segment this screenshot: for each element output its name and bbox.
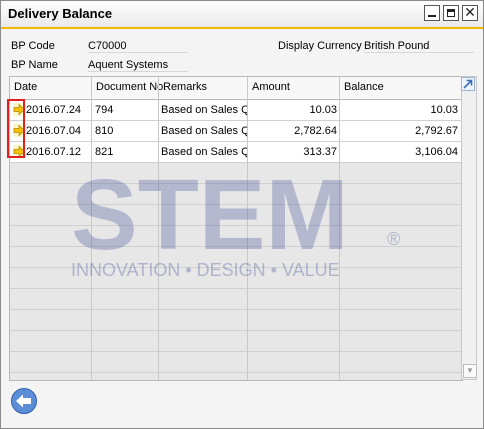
cell-balance: 3,106.04 [415, 146, 458, 158]
window-title: Delivery Balance [8, 6, 113, 21]
cell-date: 2016.07.12 [26, 146, 82, 158]
bp-code-field[interactable]: C70000 [88, 40, 188, 53]
display-currency-label: Display Currency [278, 40, 362, 52]
column-divider [339, 77, 340, 380]
minimize-button[interactable] [424, 5, 440, 21]
cell-amount: 2,782.64 [294, 125, 337, 137]
bp-name-label: BP Name [11, 59, 58, 71]
cell-remarks: Based on Sales Quot [161, 104, 247, 116]
row-divider [10, 183, 462, 184]
cell-balance: 2,792.67 [415, 125, 458, 137]
row-divider [10, 267, 462, 268]
row-divider [10, 246, 462, 247]
highlight-box [7, 99, 25, 158]
bp-code-label: BP Code [11, 40, 55, 52]
title-bar: Delivery Balance ✕ [1, 1, 483, 29]
column-header-balance[interactable]: Balance [344, 81, 384, 93]
table-scrollbar[interactable]: ▼ [461, 76, 477, 380]
row-divider [10, 330, 462, 331]
row-divider [10, 141, 462, 142]
column-divider [158, 77, 159, 380]
cell-document-no: 794 [95, 104, 114, 116]
bp-name-field[interactable]: Aquent Systems [88, 59, 188, 72]
column-header-remarks[interactable]: Remarks [163, 81, 207, 93]
cell-date: 2016.07.04 [26, 125, 82, 137]
cell-amount: 10.03 [309, 104, 337, 116]
maximize-button[interactable] [443, 5, 459, 21]
cell-remarks: Based on Sales Quot [161, 125, 247, 137]
table-row[interactable]: 2016.07.12 821 Based on Sales Quot 313.3… [10, 142, 462, 162]
column-header-date[interactable]: Date [14, 81, 37, 93]
column-header-amount[interactable]: Amount [252, 81, 290, 93]
column-header-document-no[interactable]: Document No. [96, 81, 166, 93]
cell-date: 2016.07.24 [26, 104, 82, 116]
cell-document-no: 821 [95, 146, 114, 158]
row-divider [10, 351, 462, 352]
cell-remarks: Based on Sales Quot [161, 146, 247, 158]
column-divider [91, 77, 92, 380]
display-currency-field[interactable]: British Pound [364, 40, 474, 53]
balance-table: Date Document No. Remarks Amount Balance… [9, 76, 463, 381]
delivery-balance-window: Delivery Balance ✕ BP Code C70000 BP Nam… [0, 0, 484, 429]
table-header: Date Document No. Remarks Amount Balance [10, 77, 462, 100]
row-divider [10, 162, 462, 163]
row-divider [10, 288, 462, 289]
expand-icon[interactable] [461, 77, 475, 91]
back-arrow-icon[interactable] [10, 387, 38, 415]
table-row[interactable]: 2016.07.24 794 Based on Sales Quot 10.03… [10, 100, 462, 120]
row-divider [10, 225, 462, 226]
row-divider [10, 309, 462, 310]
row-divider [10, 372, 462, 373]
close-button[interactable]: ✕ [462, 5, 478, 21]
cell-document-no: 810 [95, 125, 114, 137]
table-row[interactable]: 2016.07.04 810 Based on Sales Quot 2,782… [10, 121, 462, 141]
column-divider [247, 77, 248, 380]
row-divider [10, 204, 462, 205]
cell-balance: 10.03 [430, 104, 458, 116]
row-divider [10, 120, 462, 121]
cell-amount: 313.37 [303, 146, 337, 158]
scroll-down-icon[interactable]: ▼ [463, 364, 477, 378]
